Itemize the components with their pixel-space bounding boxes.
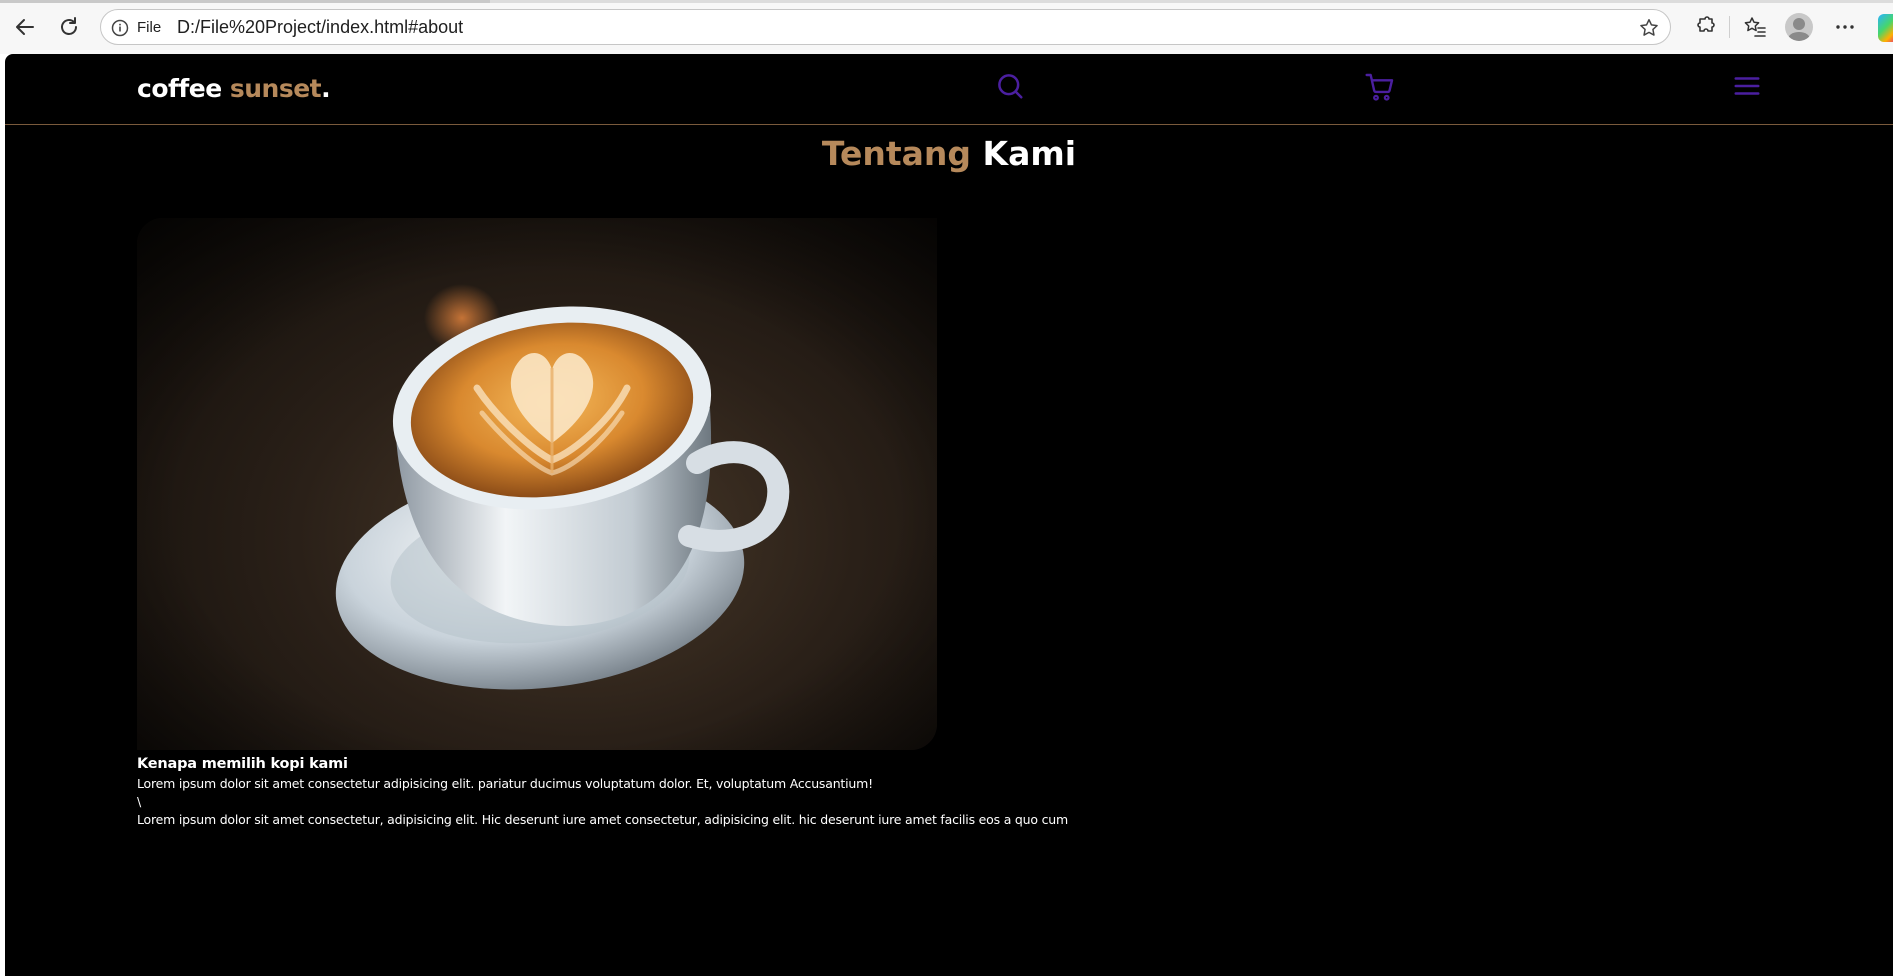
- about-paragraph-3: Lorem ipsum dolor sit amet consectetur, …: [137, 812, 1068, 827]
- page-viewport: coffee sunset. Tentang Kami Kenapa memil…: [5, 54, 1893, 976]
- reload-icon: [61, 17, 77, 35]
- title-main: Kami: [971, 134, 1077, 173]
- site-info-icon[interactable]: [111, 19, 129, 37]
- copilot-icon[interactable]: [1878, 14, 1893, 42]
- more-options-button[interactable]: [1828, 10, 1862, 44]
- toolbar-divider: [1729, 16, 1730, 38]
- coffee-cup-illustration: [137, 218, 937, 750]
- logo-dot: .: [321, 74, 331, 103]
- search-icon[interactable]: [995, 71, 1025, 101]
- about-paragraph-1: Lorem ipsum dolor sit amet consectetur a…: [137, 776, 873, 791]
- back-arrow-icon: [16, 19, 34, 35]
- logo-main: coffee: [137, 74, 230, 103]
- logo-accent: sunset: [229, 74, 322, 103]
- cart-icon[interactable]: [1364, 71, 1396, 103]
- profile-avatar[interactable]: [1785, 13, 1813, 41]
- hamburger-menu-icon[interactable]: [1732, 71, 1762, 101]
- tab-strip-edge: [0, 0, 1893, 3]
- about-heading: Kenapa memilih kopi kami: [137, 756, 348, 772]
- favorites-list-icon: [1744, 17, 1766, 37]
- puzzle-icon: [1697, 16, 1715, 32]
- about-paragraph-2: \: [137, 794, 142, 809]
- site-logo[interactable]: coffee sunset.: [137, 74, 331, 103]
- favorites-button[interactable]: [1738, 10, 1772, 44]
- reload-button[interactable]: [52, 10, 86, 44]
- favorite-star-icon[interactable]: [1638, 17, 1660, 39]
- navbar: coffee sunset.: [5, 54, 1893, 125]
- url-text[interactable]: D:/File%20Project/index.html#about: [177, 17, 463, 38]
- address-bar[interactable]: File D:/File%20Project/index.html#about: [100, 9, 1671, 45]
- extensions-button[interactable]: [1688, 10, 1722, 44]
- title-accent: Tentang: [821, 134, 972, 173]
- about-content: Kenapa memilih kopi kami Lorem ipsum dol…: [137, 756, 1068, 829]
- back-button[interactable]: [8, 10, 42, 44]
- about-image: [137, 218, 937, 750]
- section-title: Tentang Kami: [5, 134, 1893, 173]
- browser-toolbar: File D:/File%20Project/index.html#about: [0, 0, 1893, 54]
- more-dots-icon: [1836, 25, 1854, 29]
- scheme-label: File: [137, 19, 162, 36]
